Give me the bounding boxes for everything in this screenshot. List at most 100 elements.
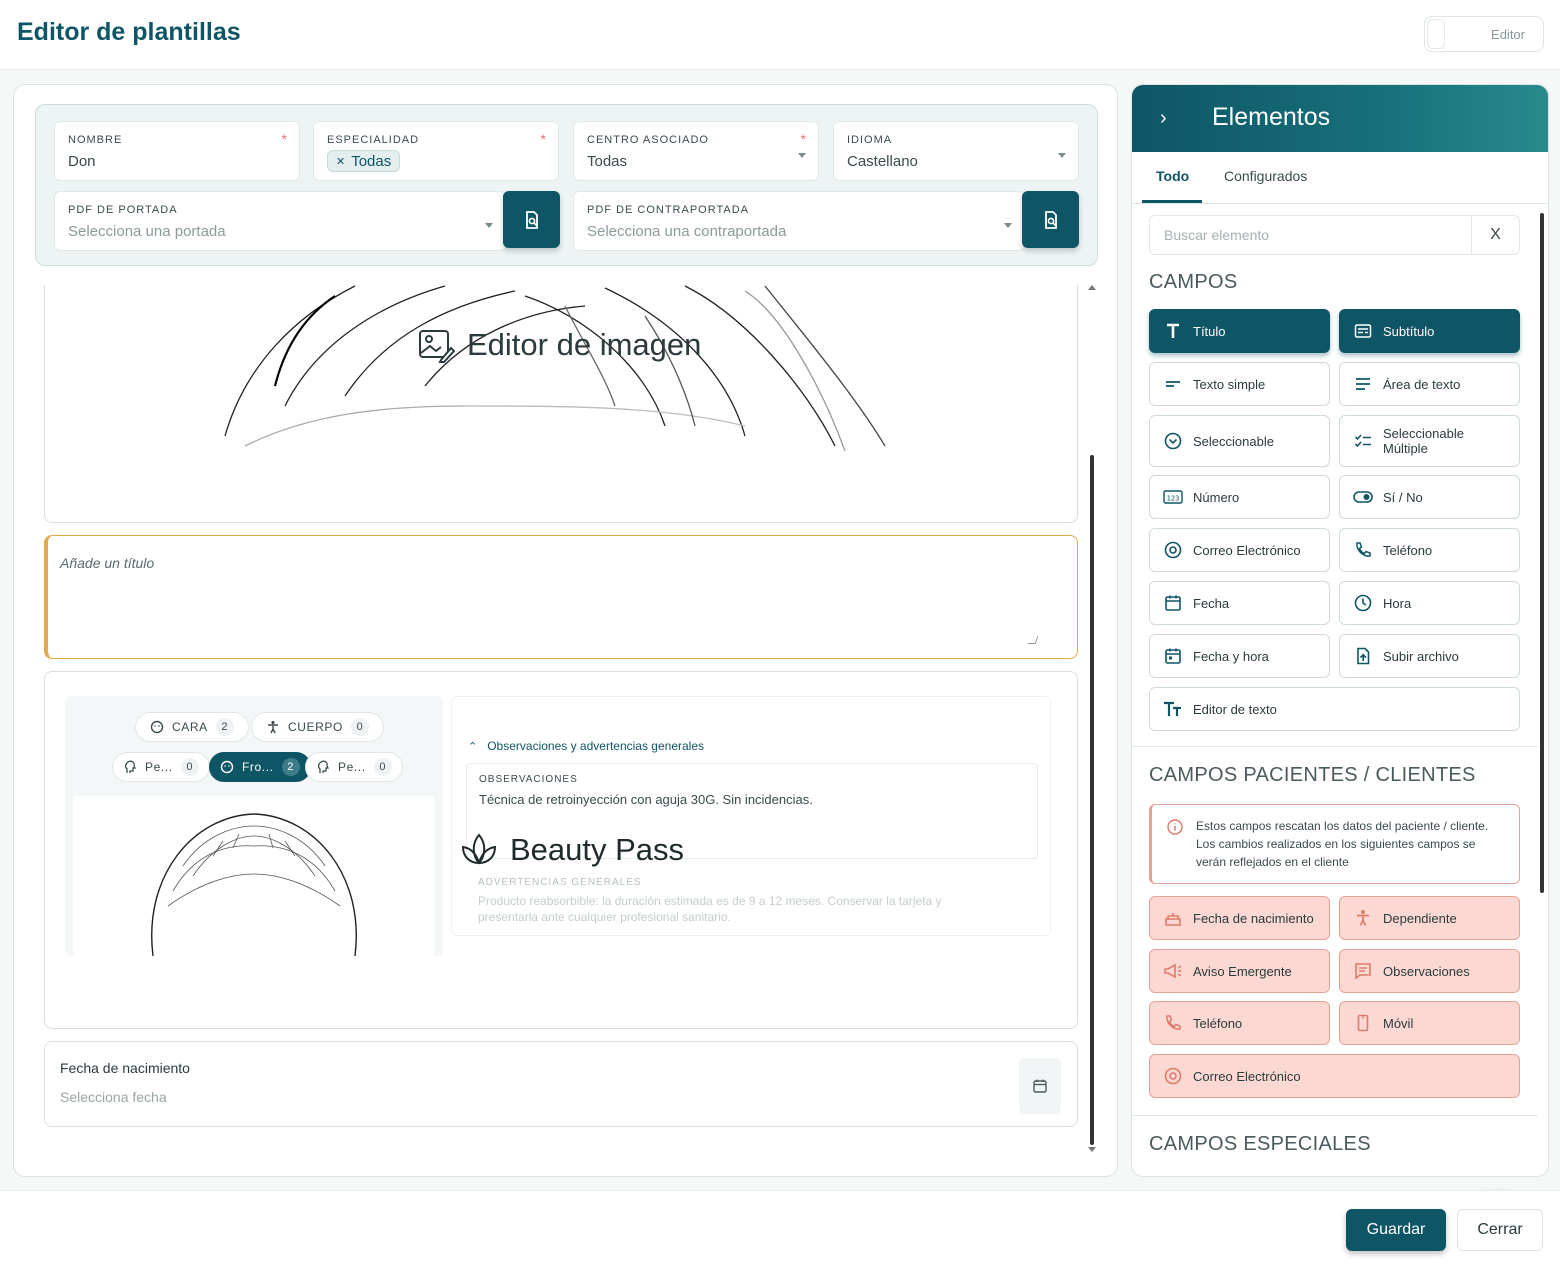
pacientes-info-text: Estos campos rescatan los datos del paci… xyxy=(1196,819,1489,869)
chevron-down-icon xyxy=(485,223,493,228)
element-label: Sí / No xyxy=(1383,489,1423,505)
chip-remove-icon[interactable]: ✕ xyxy=(336,155,345,168)
element-seleccionable-multiple[interactable]: Seleccionable Múltiple xyxy=(1339,415,1520,467)
canvas-scrollbar[interactable] xyxy=(1090,455,1094,1145)
page-title: Editor de plantillas xyxy=(17,18,241,46)
face-diagram[interactable] xyxy=(73,796,435,956)
element-texto-simple[interactable]: Texto simple xyxy=(1149,362,1330,406)
element-correo-paciente[interactable]: Correo Electrónico xyxy=(1149,1054,1520,1098)
file-search-icon xyxy=(525,210,538,229)
elements-header: › Elementos xyxy=(1132,85,1548,152)
element-label: Aviso Emergente xyxy=(1193,963,1292,979)
especialidad-label: ESPECIALIDAD xyxy=(327,134,420,146)
element-fecha-hora[interactable]: Fecha y hora xyxy=(1149,634,1330,678)
element-observaciones[interactable]: Observaciones xyxy=(1339,949,1520,993)
pacientes-info-note: Estos campos rescatan los datos del paci… xyxy=(1149,804,1520,884)
element-titulo[interactable]: Título xyxy=(1149,309,1330,353)
face-outline-illustration xyxy=(151,813,357,956)
element-aviso-emergente[interactable]: Aviso Emergente xyxy=(1149,949,1330,993)
nombre-label: NOMBRE xyxy=(68,134,123,146)
tab-cuerpo-label: CUERPO xyxy=(288,720,343,734)
title-block[interactable]: Añade un título xyxy=(44,535,1078,659)
image-editor-block[interactable]: Editor de imagen xyxy=(44,285,1078,523)
element-movil[interactable]: Móvil xyxy=(1339,1001,1520,1045)
elements-scrollbar[interactable] xyxy=(1540,213,1544,893)
collapse-chevron-icon[interactable]: › xyxy=(1160,107,1167,130)
idioma-label: IDIOMA xyxy=(847,134,893,146)
template-config: NOMBRE * Don ESPECIALIDAD * ✕ Todas CENT… xyxy=(35,104,1098,266)
birthdate-label: Fecha de nacimiento xyxy=(60,1060,190,1076)
body-map-panel: CARA 2 CUERPO 0 Pe... 0 Fro... 2 Pe... 0 xyxy=(65,696,443,956)
mobile-icon xyxy=(1353,1013,1373,1033)
observations-section-title: Observaciones y advertencias generales xyxy=(487,739,705,753)
preview-contraportada-button[interactable] xyxy=(1022,191,1079,248)
section-divider xyxy=(1132,746,1538,747)
brand-logo: Beauty Pass xyxy=(460,831,684,869)
tab-cuerpo[interactable]: CUERPO 0 xyxy=(251,712,384,742)
phone-icon xyxy=(1163,1013,1183,1033)
element-telefono-paciente[interactable]: Teléfono xyxy=(1149,1001,1330,1045)
element-numero[interactable]: 123 Número xyxy=(1149,475,1330,519)
element-correo[interactable]: Correo Electrónico xyxy=(1149,528,1330,572)
count-badge: 0 xyxy=(373,758,392,776)
warnings-label: ADVERTENCIAS GENERALES xyxy=(478,877,642,888)
upload-file-icon xyxy=(1353,646,1373,666)
save-button[interactable]: Guardar xyxy=(1346,1209,1446,1251)
required-mark: * xyxy=(800,131,806,147)
centro-label: CENTRO ASOCIADO xyxy=(587,134,709,146)
centro-field[interactable]: CENTRO ASOCIADO * Todas xyxy=(573,121,819,181)
at-icon xyxy=(1163,540,1183,560)
portada-placeholder: Selecciona una portada xyxy=(68,223,226,240)
main-area: NOMBRE * Don ESPECIALIDAD * ✕ Todas CENT… xyxy=(0,70,1560,1252)
idioma-field[interactable]: IDIOMA Castellano xyxy=(833,121,1079,181)
element-fecha[interactable]: Fecha xyxy=(1149,581,1330,625)
view-right-profile[interactable]: Pe... 0 xyxy=(305,752,403,782)
elements-list: X CAMPOS Título Subtítulo Texto simple Á… xyxy=(1132,204,1548,1176)
observations-section-toggle[interactable]: ⌃ Observaciones y advertencias generales xyxy=(468,739,704,753)
hair-illustration xyxy=(224,285,886,452)
element-fecha-nacimiento[interactable]: Fecha de nacimiento xyxy=(1149,896,1330,940)
rich-text-icon xyxy=(1163,699,1183,719)
especialidad-field[interactable]: ESPECIALIDAD * ✕ Todas xyxy=(313,121,559,181)
element-editor-texto[interactable]: Editor de texto xyxy=(1149,687,1520,731)
centro-value: Todas xyxy=(587,153,628,170)
scroll-up-arrow[interactable] xyxy=(1088,285,1096,290)
tab-configurados[interactable]: Configurados xyxy=(1224,168,1307,184)
portada-field[interactable]: PDF DE PORTADA Selecciona una portada xyxy=(54,191,506,251)
element-area-texto[interactable]: Área de texto xyxy=(1339,362,1520,406)
scroll-down-arrow[interactable] xyxy=(1088,1147,1096,1152)
contraportada-field[interactable]: PDF DE CONTRAPORTADA Selecciona una cont… xyxy=(573,191,1025,251)
view-front[interactable]: Fro... 2 xyxy=(209,752,311,782)
section-divider xyxy=(1132,1115,1538,1116)
element-telefono[interactable]: Teléfono xyxy=(1339,528,1520,572)
element-hora[interactable]: Hora xyxy=(1339,581,1520,625)
preview-portada-button[interactable] xyxy=(503,191,560,248)
count-badge: 2 xyxy=(215,718,234,736)
warnings-text: Producto reabsorbible: la duración estim… xyxy=(478,894,942,924)
body-map-block[interactable]: CARA 2 CUERPO 0 Pe... 0 Fro... 2 Pe... 0… xyxy=(44,671,1078,1029)
view-left-profile[interactable]: Pe... 0 xyxy=(112,752,210,782)
mode-toggle[interactable]: Editor xyxy=(1424,16,1544,52)
template-canvas: Editor de imagen Añade un título CARA 2 xyxy=(14,285,1104,1176)
birthdate-block[interactable]: Fecha de nacimiento Selecciona fecha xyxy=(44,1041,1078,1127)
element-dependiente[interactable]: Dependiente xyxy=(1339,896,1520,940)
clear-search-button[interactable]: X xyxy=(1471,216,1519,254)
element-subtitulo[interactable]: Subtítulo xyxy=(1339,309,1520,353)
element-seleccionable[interactable]: Seleccionable xyxy=(1149,415,1330,467)
close-button[interactable]: Cerrar xyxy=(1457,1209,1543,1251)
chevron-down-icon xyxy=(1058,153,1066,158)
title-placeholder: Añade un título xyxy=(60,555,155,571)
resize-handle[interactable] xyxy=(1027,636,1039,644)
select-icon xyxy=(1163,431,1183,451)
especialidad-chip[interactable]: ✕ Todas xyxy=(327,150,401,172)
element-si-no[interactable]: Sí / No xyxy=(1339,475,1520,519)
body-icon xyxy=(268,720,278,734)
tab-cara[interactable]: CARA 2 xyxy=(135,712,249,742)
tab-todo[interactable]: Todo xyxy=(1156,168,1189,184)
search-input[interactable] xyxy=(1151,217,1471,253)
nombre-field[interactable]: NOMBRE * Don xyxy=(54,121,300,181)
element-label: Área de texto xyxy=(1383,376,1461,392)
date-picker-button[interactable] xyxy=(1019,1058,1061,1114)
element-search: X xyxy=(1149,215,1520,255)
element-subir-archivo[interactable]: Subir archivo xyxy=(1339,634,1520,678)
